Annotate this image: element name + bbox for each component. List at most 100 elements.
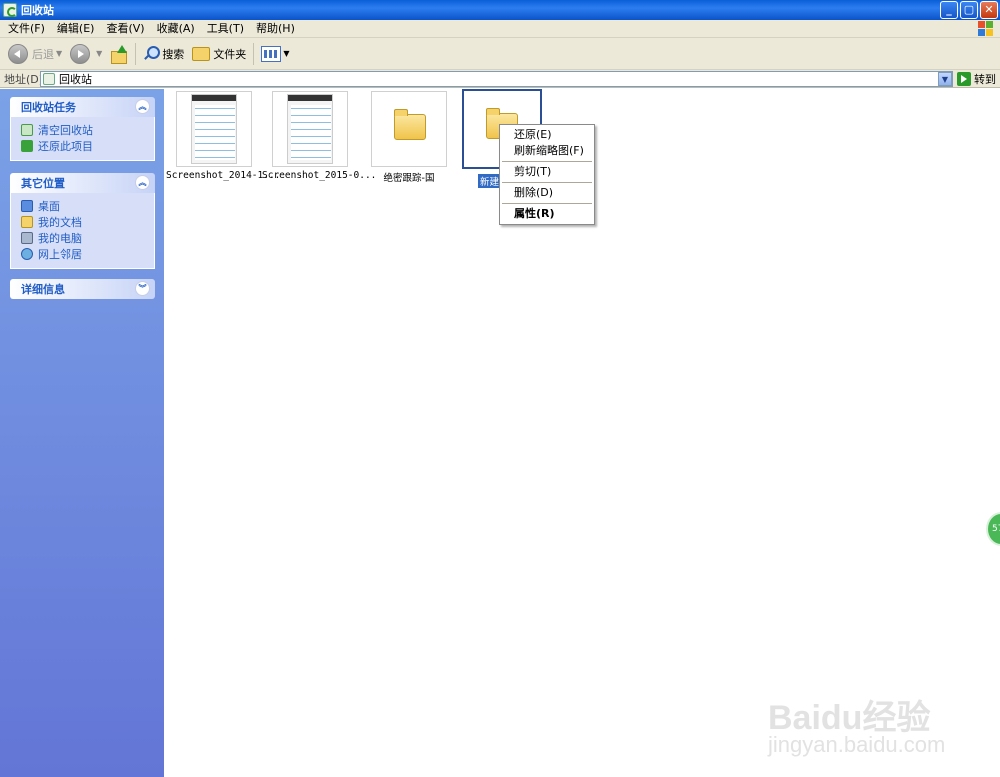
folder-item[interactable]: 绝密跟踪-国 [361, 91, 457, 184]
recycle-tasks-panel: 回收站任务 ︽ 清空回收站 还原此项目 [10, 97, 155, 161]
my-computer-link[interactable]: 我的电脑 [21, 230, 154, 246]
views-dropdown-icon[interactable]: ▼ [283, 49, 289, 58]
folder-icon [394, 109, 426, 140]
desktop-link[interactable]: 桌面 [21, 198, 154, 214]
forward-button[interactable]: ▼ [66, 41, 106, 67]
window-controls: _ ▢ ✕ [940, 1, 998, 19]
recycle-bin-icon [3, 3, 17, 17]
expand-chevron-icon[interactable]: ︾ [135, 281, 150, 296]
folder-name: 绝密跟踪-国 [383, 173, 435, 184]
back-label: 后退 [32, 47, 54, 61]
details-panel: 详细信息 ︾ [10, 279, 155, 299]
folder-name: 新建 [478, 174, 502, 188]
panel-header[interactable]: 详细信息 ︾ [10, 279, 155, 299]
menu-item-restore[interactable]: 还原(E) [500, 127, 594, 143]
menu-separator [502, 203, 592, 204]
network-globe-icon [21, 248, 33, 260]
menu-view[interactable]: 查看(V) [100, 20, 150, 38]
menu-separator [502, 182, 592, 183]
menu-tools[interactable]: 工具(T) [201, 20, 250, 38]
empty-recycle-bin-link[interactable]: 清空回收站 [21, 122, 154, 138]
link-label: 清空回收站 [38, 124, 93, 137]
menu-edit[interactable]: 编辑(E) [51, 20, 101, 38]
file-name: Screenshot_2014-1... [166, 170, 281, 181]
computer-icon [21, 232, 33, 244]
back-button[interactable]: 后退 ▼ [4, 41, 66, 67]
address-dropdown-icon[interactable]: ▼ [938, 72, 952, 86]
folder-up-icon [110, 44, 128, 64]
file-item[interactable]: Screenshot_2014-1... [166, 91, 281, 181]
menu-favorites[interactable]: 收藏(A) [151, 20, 201, 38]
menu-help[interactable]: 帮助(H) [250, 20, 301, 38]
views-icon [261, 45, 282, 62]
file-thumbnail [176, 91, 252, 167]
maximize-button[interactable]: ▢ [960, 1, 978, 19]
toolbar-separator [135, 42, 137, 65]
link-label: 还原此项目 [38, 140, 93, 153]
search-label: 搜索 [162, 47, 185, 61]
menu-item-delete[interactable]: 删除(D) [500, 185, 594, 201]
panel-header[interactable]: 回收站任务 ︽ [10, 97, 155, 117]
toolbar-separator [253, 42, 255, 65]
documents-folder-icon [21, 216, 33, 228]
file-item[interactable]: Screenshot_2015-0... [262, 91, 377, 181]
folders-button[interactable]: 文件夹 [188, 41, 250, 67]
windows-logo-icon [978, 21, 994, 37]
context-menu: 还原(E) 刷新缩略图(F) 剪切(T) 删除(D) 属性(R) [499, 124, 595, 225]
link-label: 网上邻居 [38, 248, 82, 261]
screenshot-thumbnail-image [191, 94, 237, 164]
back-arrow-icon [8, 43, 28, 64]
desktop-icon [21, 200, 33, 212]
menu-file[interactable]: 文件(F) [2, 20, 51, 38]
search-icon [143, 45, 161, 62]
menu-item-cut[interactable]: 剪切(T) [500, 164, 594, 180]
menu-bar: 文件(F) 编辑(E) 查看(V) 收藏(A) 工具(T) 帮助(H) [0, 20, 1000, 38]
folder-thumbnail [371, 91, 447, 167]
toolbar: 后退 ▼ ▼ 搜索 文件夹 ▼ [0, 38, 1000, 70]
task-pane: 回收站任务 ︽ 清空回收站 还原此项目 其它位置 ︽ 桌面 我的文档 我的电脑 … [0, 89, 164, 777]
go-arrow-icon [957, 72, 971, 86]
empty-bin-icon [21, 124, 33, 136]
watermark-url: jingyan.baidu.com [768, 732, 946, 757]
panel-body: 桌面 我的文档 我的电脑 网上邻居 [10, 193, 155, 269]
collapse-chevron-icon[interactable]: ︽ [135, 99, 150, 114]
menu-item-refresh-thumbnail[interactable]: 刷新缩略图(F) [500, 143, 594, 159]
back-dropdown-icon[interactable]: ▼ [56, 49, 62, 58]
forward-arrow-icon [70, 43, 91, 64]
panel-title: 详细信息 [21, 283, 65, 296]
title-bar: 回收站 _ ▢ ✕ [0, 0, 1000, 20]
link-label: 我的文档 [38, 216, 82, 229]
recycle-bin-icon [43, 73, 55, 85]
address-value: 回收站 [59, 73, 92, 86]
panel-body: 清空回收站 还原此项目 [10, 117, 155, 161]
screenshot-thumbnail-image [287, 94, 333, 164]
views-button[interactable]: ▼ [257, 41, 293, 67]
menu-item-properties[interactable]: 属性(R) [500, 206, 594, 222]
collapse-chevron-icon[interactable]: ︽ [135, 175, 150, 190]
other-places-panel: 其它位置 ︽ 桌面 我的文档 我的电脑 网上邻居 [10, 173, 155, 269]
folder-icon [192, 46, 211, 61]
up-button[interactable] [106, 41, 132, 67]
panel-header[interactable]: 其它位置 ︽ [10, 173, 155, 193]
minimize-button[interactable]: _ [940, 1, 958, 19]
file-thumbnail [272, 91, 348, 167]
panel-title: 回收站任务 [21, 101, 76, 114]
restore-item-link[interactable]: 还原此项目 [21, 138, 154, 154]
go-label: 转到 [974, 73, 996, 86]
address-field[interactable]: 回收站 ▼ [40, 71, 953, 87]
network-places-link[interactable]: 网上邻居 [21, 246, 154, 262]
link-label: 桌面 [38, 200, 60, 213]
search-button[interactable]: 搜索 [139, 41, 188, 67]
menu-separator [502, 161, 592, 162]
go-button[interactable]: 转到 [957, 71, 996, 87]
restore-icon [21, 140, 33, 152]
folders-label: 文件夹 [213, 47, 247, 61]
panel-title: 其它位置 [21, 177, 65, 190]
window-title: 回收站 [21, 4, 54, 17]
file-name: Screenshot_2015-0... [262, 170, 377, 181]
close-button[interactable]: ✕ [980, 1, 998, 19]
my-documents-link[interactable]: 我的文档 [21, 214, 154, 230]
address-bar: 地址(D) 回收站 ▼ 转到 [0, 70, 1000, 88]
forward-dropdown-icon[interactable]: ▼ [96, 49, 102, 58]
link-label: 我的电脑 [38, 232, 82, 245]
